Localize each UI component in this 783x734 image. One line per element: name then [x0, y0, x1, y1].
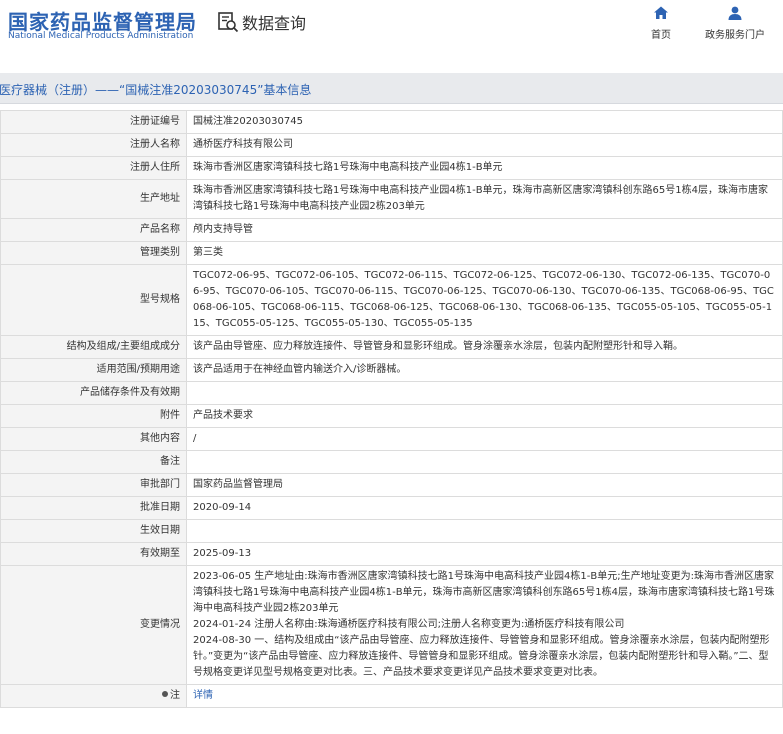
- field-label: 型号规格: [0, 264, 187, 336]
- field-value: 该产品适用于在神经血管内输送介入/诊断器械。: [186, 358, 783, 382]
- table-row: 注册证编号 国械注准20203030745: [0, 110, 783, 134]
- field-value: 颅内支持导管: [186, 218, 783, 242]
- details-link[interactable]: 详情: [193, 690, 213, 701]
- change-history: 2023-06-05 生产地址由:珠海市香洲区唐家湾镇科技七路1号珠海中电高科技…: [186, 565, 783, 685]
- nav-home[interactable]: 首页: [651, 5, 671, 41]
- field-label: 有效期至: [0, 542, 187, 566]
- field-value: [186, 519, 783, 543]
- change-entry: 2024-08-30 一、结构及组成由“该产品由导管座、应力释放连接件、导管管身…: [193, 635, 770, 678]
- field-value: 通桥医疗科技有限公司: [186, 133, 783, 157]
- field-label: 备注: [0, 450, 187, 474]
- field-label: 结构及组成/主要组成成分: [0, 335, 187, 359]
- user-icon: [728, 6, 742, 20]
- data-query-icon: [218, 12, 239, 33]
- field-label: 注册人住所: [0, 156, 187, 180]
- table-row: 生效日期: [0, 519, 783, 543]
- field-value: [186, 450, 783, 474]
- nav-services-label: 政务服务门户: [705, 30, 765, 41]
- field-label: 批准日期: [0, 496, 187, 520]
- table-row: 产品储存条件及有效期: [0, 381, 783, 405]
- field-label: 产品储存条件及有效期: [0, 381, 187, 405]
- table-row: 注册人住所 珠海市香洲区唐家湾镇科技七路1号珠海中电高科技产业园4栋1-B单元: [0, 156, 783, 180]
- site-logo-subtitle: National Medical Products Administration: [8, 31, 194, 41]
- field-value: 2020-09-14: [186, 496, 783, 520]
- note-label-cell: 注: [0, 684, 187, 708]
- field-label: 注册证编号: [0, 110, 187, 134]
- table-row-changes: 变更情况 2023-06-05 生产地址由:珠海市香洲区唐家湾镇科技七路1号珠海…: [0, 565, 783, 685]
- table-row: 产品名称 颅内支持导管: [0, 218, 783, 242]
- field-label: 注册人名称: [0, 133, 187, 157]
- field-value: 珠海市香洲区唐家湾镇科技七路1号珠海中电高科技产业园4栋1-B单元: [186, 156, 783, 180]
- registration-info-table: 注册证编号 国械注准20203030745 注册人名称 通桥医疗科技有限公司 注册人…: [0, 110, 783, 708]
- field-value: /: [186, 427, 783, 451]
- field-label: 其他内容: [0, 427, 187, 451]
- field-label: 生效日期: [0, 519, 187, 543]
- home-icon: [654, 6, 668, 19]
- field-label: 审批部门: [0, 473, 187, 497]
- field-value: [186, 381, 783, 405]
- note-value-cell: 详情: [186, 684, 783, 708]
- data-query-label: 数据查询: [242, 14, 307, 33]
- table-row: 管理类别 第三类: [0, 241, 783, 265]
- table-row: 生产地址 珠海市香洲区唐家湾镇科技七路1号珠海中电高科技产业园4栋1-B单元，珠海…: [0, 179, 783, 219]
- table-row: 其他内容 /: [0, 427, 783, 451]
- field-value: 2025-09-13: [186, 542, 783, 566]
- table-row: 结构及组成/主要组成成分 该产品由导管座、应力释放连接件、导管管身和显影环组成。管…: [0, 335, 783, 359]
- table-row: 备注: [0, 450, 783, 474]
- note-label: 注: [170, 690, 180, 701]
- field-value: 国械注准20203030745: [186, 110, 783, 134]
- table-row: 适用范围/预期用途 该产品适用于在神经血管内输送介入/诊断器械。: [0, 358, 783, 382]
- table-row: 审批部门 国家药品监督管理局: [0, 473, 783, 497]
- site-header: 国家药品监督管理局 National Medical Products Admi…: [0, 0, 783, 72]
- change-entry: 2024-01-24 注册人名称由:珠海通桥医疗科技有限公司;注册人名称变更为:…: [193, 619, 625, 630]
- field-label: 变更情况: [0, 565, 187, 685]
- nav-government-services[interactable]: 政务服务门户: [705, 5, 765, 41]
- field-label: 附件: [0, 404, 187, 428]
- field-value: 该产品由导管座、应力释放连接件、导管管身和显影环组成。管身涂覆亲水涂层，包装内配…: [186, 335, 783, 359]
- field-value: 产品技术要求: [186, 404, 783, 428]
- breadcrumb-bar: 医疗器械（注册）——“国械注准20203030745”基本信息: [0, 73, 783, 104]
- field-value: 国家药品监督管理局: [186, 473, 783, 497]
- note-bullet-icon: [162, 691, 168, 697]
- change-entry: 2023-06-05 生产地址由:珠海市香洲区唐家湾镇科技七路1号珠海中电高科技…: [193, 571, 775, 614]
- table-row: 批准日期 2020-09-14: [0, 496, 783, 520]
- field-label: 管理类别: [0, 241, 187, 265]
- table-row: 附件 产品技术要求: [0, 404, 783, 428]
- breadcrumb: 医疗器械（注册）——“国械注准20203030745”基本信息: [0, 83, 312, 97]
- table-row-note: 注 详情: [0, 684, 783, 708]
- table-row: 有效期至 2025-09-13: [0, 542, 783, 566]
- field-label: 适用范围/预期用途: [0, 358, 187, 382]
- data-query-heading: 数据查询: [217, 9, 306, 35]
- field-label: 产品名称: [0, 218, 187, 242]
- field-value: 第三类: [186, 241, 783, 265]
- nav-home-label: 首页: [651, 30, 671, 41]
- table-row: 型号规格 TGC072-06-95、TGC072-06-105、TGC072-06…: [0, 264, 783, 336]
- table-row: 注册人名称 通桥医疗科技有限公司: [0, 133, 783, 157]
- field-value: 珠海市香洲区唐家湾镇科技七路1号珠海中电高科技产业园4栋1-B单元，珠海市高新区…: [186, 179, 783, 219]
- field-label: 生产地址: [0, 179, 187, 219]
- field-value: TGC072-06-95、TGC072-06-105、TGC072-06-115…: [186, 264, 783, 336]
